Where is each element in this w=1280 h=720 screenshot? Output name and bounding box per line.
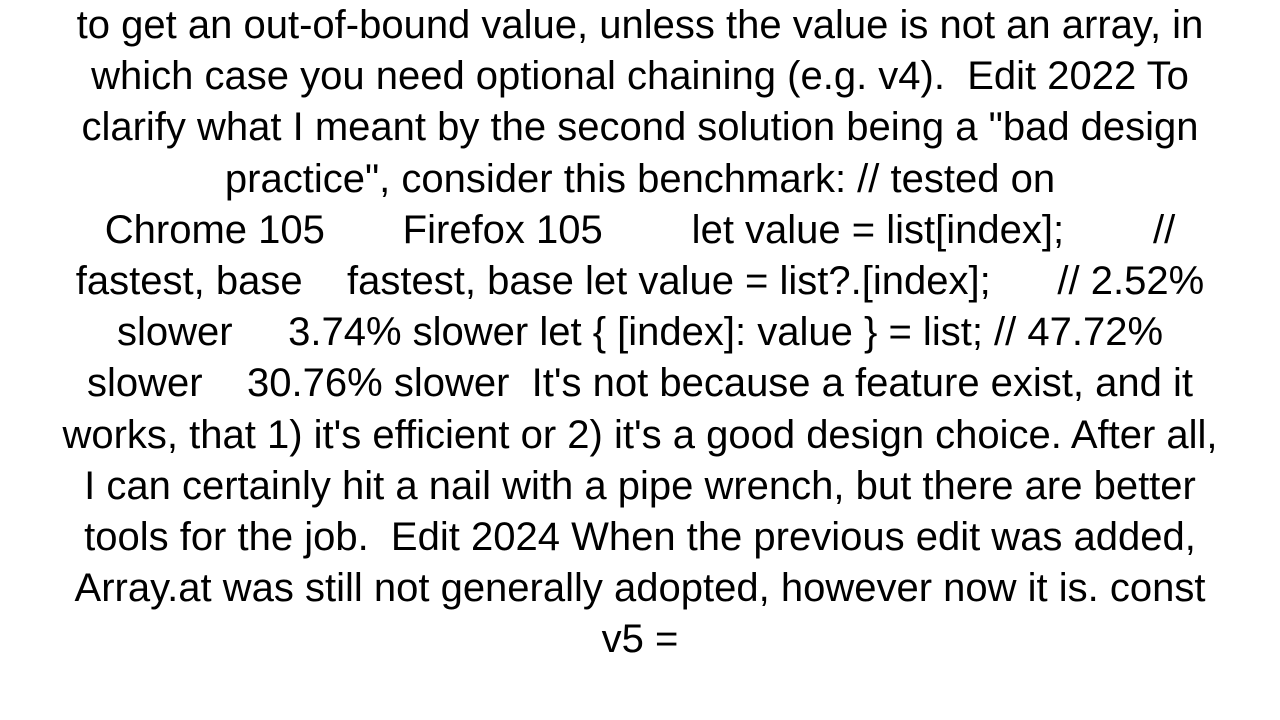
body-text: to get an out-of-bound value, unless the… xyxy=(60,0,1220,665)
document-body: to get an out-of-bound value, unless the… xyxy=(0,0,1280,720)
